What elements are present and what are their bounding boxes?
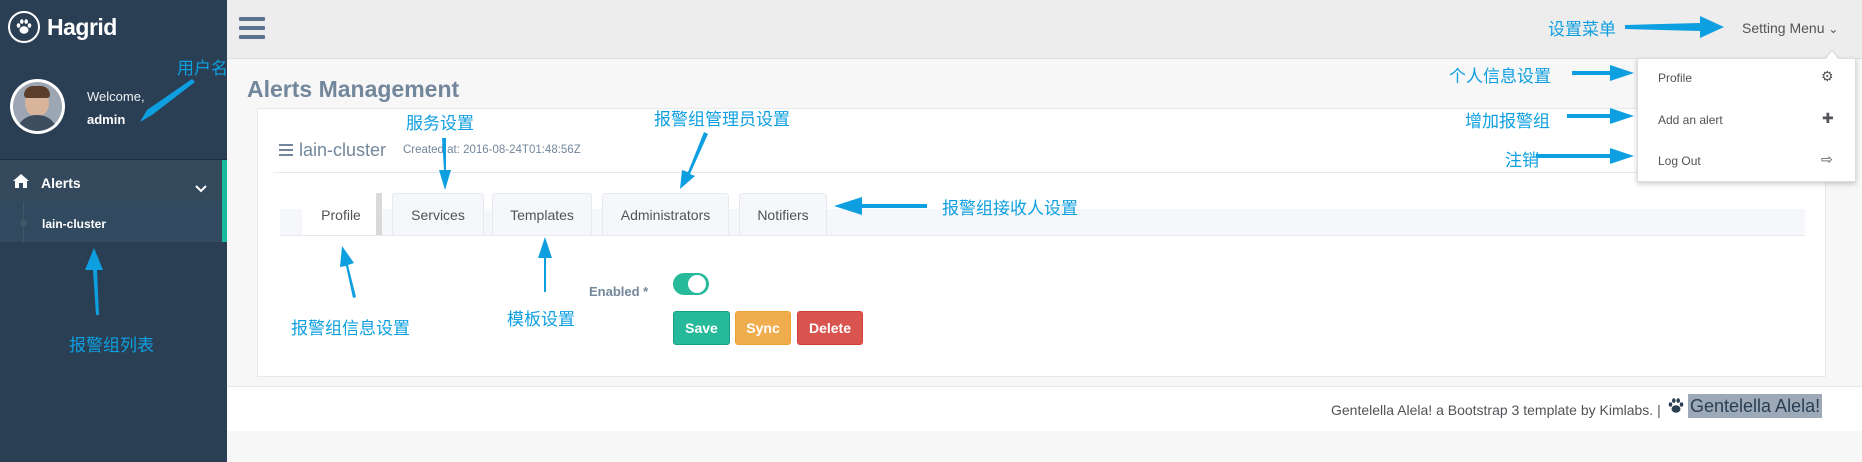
annotation-alert-list: 报警组列表: [69, 336, 154, 355]
annotation-arrows: [85, 16, 1724, 315]
annotation-template-settings: 模板设置: [507, 310, 575, 329]
annotation-group-info-settings: 报警组信息设置: [291, 319, 410, 338]
annotation-service-settings: 服务设置: [406, 114, 474, 133]
annotation-personal-settings: 个人信息设置: [1449, 67, 1551, 86]
annotation-setting-menu: 设置菜单: [1548, 20, 1616, 39]
arrow-personal: [1572, 65, 1634, 81]
arrow-templates: [538, 237, 552, 292]
arrow-alert-list: [85, 248, 103, 315]
arrow-setting-menu: [1625, 16, 1724, 38]
arrow-receiver: [834, 197, 927, 215]
annotation-admin-settings: 报警组管理员设置: [654, 110, 790, 129]
annotation-add-alert-group: 增加报警组: [1465, 112, 1550, 131]
annotation-username: 用户名: [177, 59, 228, 78]
annotation-receiver-settings: 报警组接收人设置: [942, 199, 1078, 218]
arrow-logout: [1536, 148, 1634, 164]
arrow-admin: [680, 132, 708, 189]
arrow-group-info: [340, 246, 356, 298]
arrow-services: [439, 138, 451, 190]
arrow-username: [140, 79, 195, 122]
arrow-add-alert: [1567, 108, 1634, 124]
annotation-logout: 注销: [1505, 151, 1539, 170]
